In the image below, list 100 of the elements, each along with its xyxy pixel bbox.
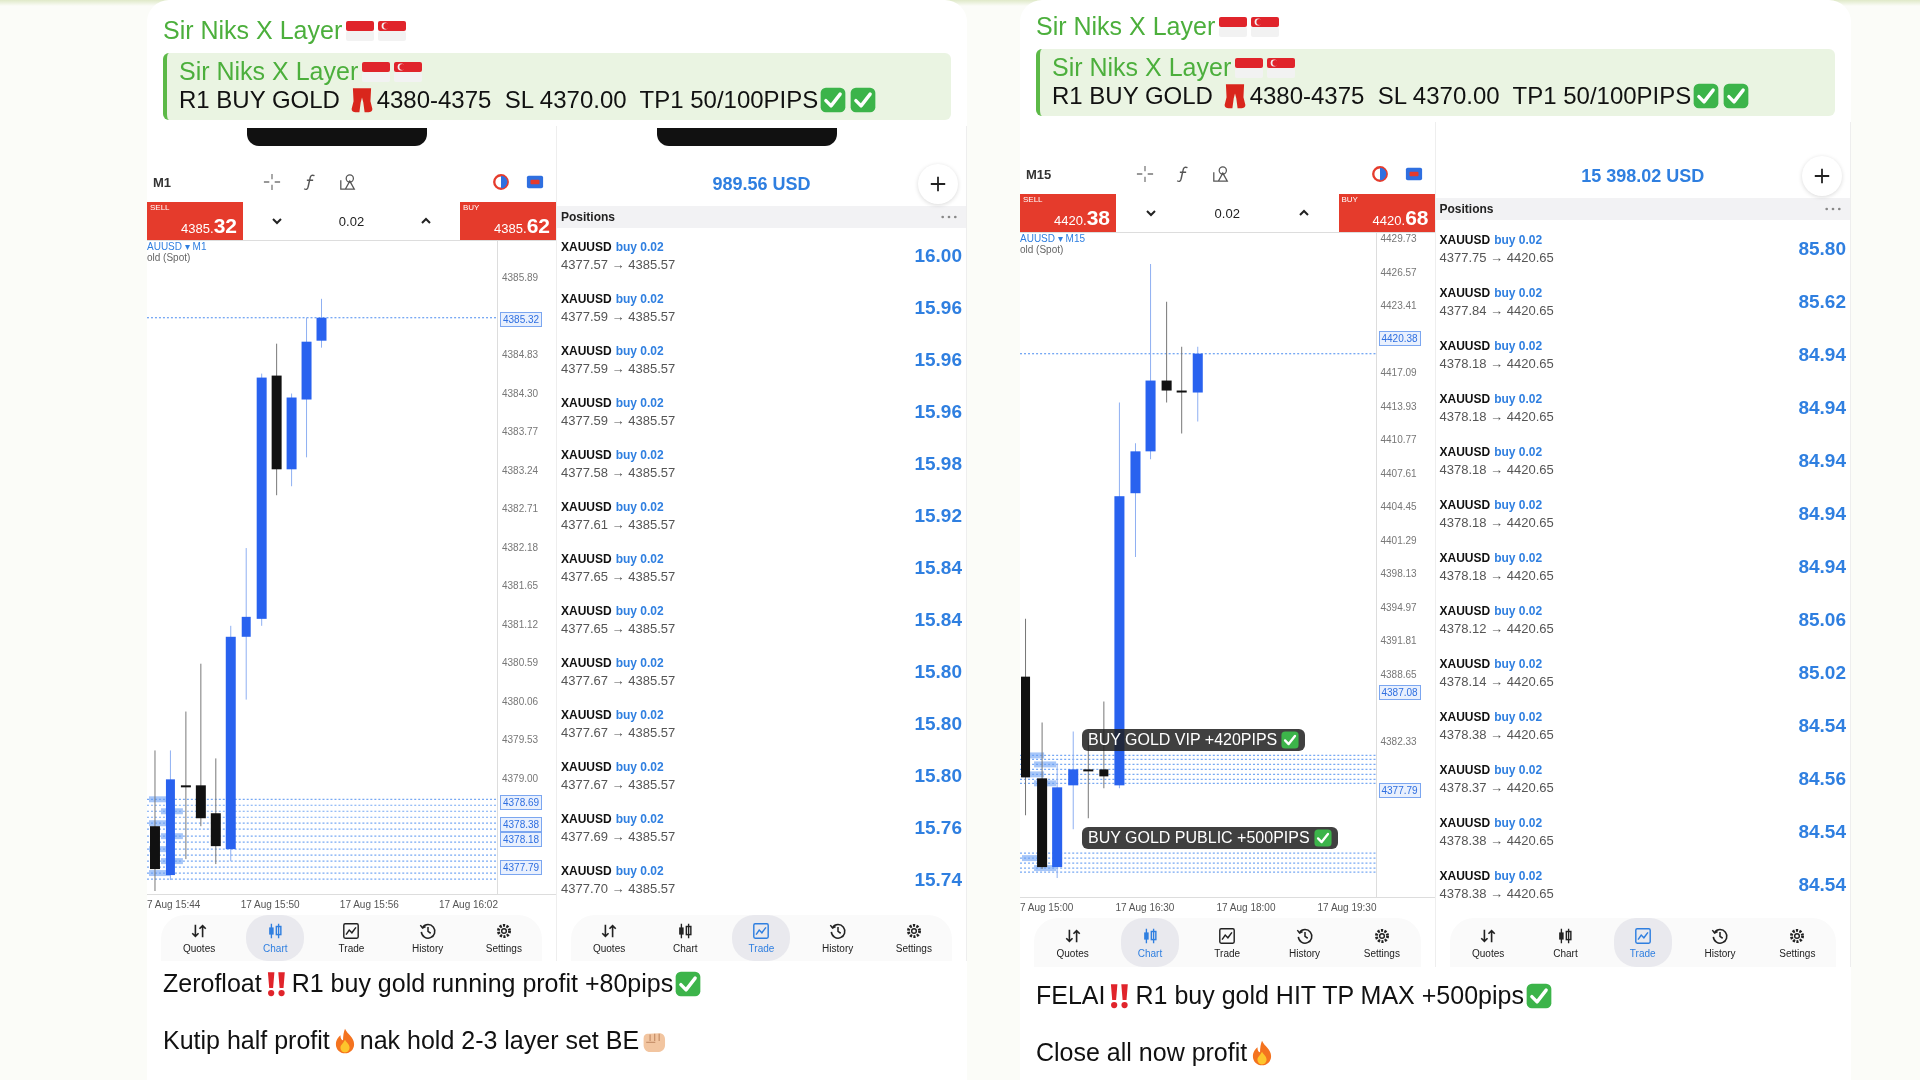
more-icon[interactable] <box>1824 206 1842 212</box>
shapes-icon[interactable] <box>339 173 357 191</box>
flag-icon <box>1267 57 1296 78</box>
position-volume: buy 0.02 <box>615 396 664 410</box>
reply-quote[interactable]: Sir Niks X Layer R1 BUY GOLD 4380-4375 SL 4370.00 TP1 50/100PIPS <box>1036 49 1835 116</box>
axis-label: 17 Aug 16:02 <box>439 898 498 910</box>
position-prices: 4377.58 → 4385.57 <box>561 465 676 480</box>
position-volume: buy 0.02 <box>615 552 664 566</box>
axis-label: 4417.09 <box>1380 366 1417 381</box>
position-profit: 15.96 <box>914 401 962 423</box>
reply-quote[interactable]: Sir Niks X Layer R1 BUY GOLD 4380-4375 SL 4370.00 TP1 50/100PIPS <box>163 53 951 120</box>
nav-tab[interactable]: Chart <box>1536 918 1595 967</box>
buy-button[interactable]: BUY 4385.62 <box>460 202 556 240</box>
axis-label: 4391.81 <box>1380 634 1417 649</box>
symbol-label[interactable]: AUUSD ▾ M1 <box>147 241 207 252</box>
position-prices: 4377.59 → 4385.57 <box>561 309 676 324</box>
position-symbol: XAUUSD <box>561 708 612 722</box>
nav-tab[interactable]: Trade <box>322 915 381 961</box>
position-symbol: XAUUSD <box>1439 444 1491 459</box>
nav-tab[interactable]: Trade <box>1198 918 1257 967</box>
axis-label: 7 Aug 15:00 <box>1020 901 1074 913</box>
nav-tab[interactable]: Quotes <box>170 915 229 961</box>
line-chart-icon <box>1633 926 1652 945</box>
flag-icon <box>1251 16 1280 37</box>
position-prices: 4378.14 → 4420.65 <box>1439 673 1554 689</box>
position-volume: buy 0.02 <box>1494 444 1543 459</box>
nav-tab[interactable]: Quotes <box>580 915 639 961</box>
caret-up-icon[interactable] <box>420 217 433 225</box>
symbol-label[interactable]: AUUSD ▾ M15 <box>1020 233 1085 244</box>
message-text: Kutip half profit <box>163 1026 330 1055</box>
nav-tab[interactable]: Quotes <box>1459 918 1518 967</box>
position-volume: buy 0.02 <box>615 240 664 254</box>
buy-button[interactable]: BUY 4420.68 <box>1338 194 1435 232</box>
position-profit: 85.06 <box>1798 608 1846 631</box>
more-icon[interactable] <box>940 214 958 220</box>
caret-up-icon[interactable] <box>1297 209 1310 217</box>
symbol-description: old (Spot) <box>1020 244 1065 255</box>
circle-icon[interactable] <box>492 173 510 191</box>
section-title: Positions <box>561 210 615 224</box>
position-volume: buy 0.02 <box>1494 762 1543 777</box>
nav-tab[interactable]: Chart <box>1120 918 1179 967</box>
caret-down-icon[interactable] <box>1144 209 1157 217</box>
nav-tab[interactable]: History <box>398 915 457 961</box>
message-text: R1 buy gold HIT TP MAX +500pips <box>1135 981 1524 1010</box>
axis-label: 4379.53 <box>502 733 539 748</box>
nav-tab[interactable]: History <box>808 915 867 961</box>
nav-tab[interactable]: Settings <box>884 915 943 961</box>
position-volume: buy 0.02 <box>615 344 664 358</box>
position-volume: buy 0.02 <box>1494 709 1543 724</box>
quotes-icon <box>190 922 209 940</box>
position-profit: 15.80 <box>914 661 962 683</box>
position-symbol: XAUUSD <box>561 292 612 306</box>
position-symbol: XAUUSD <box>561 864 612 878</box>
position-volume: buy 0.02 <box>1494 868 1543 883</box>
crosshair-icon[interactable] <box>263 173 281 191</box>
nav-tab[interactable]: Settings <box>1352 918 1411 967</box>
position-volume: buy 0.02 <box>1494 603 1543 618</box>
message-text: FELAI <box>1036 981 1106 1010</box>
check-icon <box>1525 982 1552 1009</box>
position-prices: 4377.59 → 4385.57 <box>561 361 676 376</box>
axis-label: 17 Aug 18:00 <box>1216 901 1276 913</box>
axis-label: 4384.83 <box>502 348 539 363</box>
axis-label: 4379.00 <box>502 772 539 786</box>
nav-tab[interactable]: Quotes <box>1043 918 1102 967</box>
lot-field[interactable]: 0.02 <box>1214 205 1240 221</box>
axis-label: 4401.29 <box>1380 533 1417 548</box>
axis-label: 4394.97 <box>1380 600 1417 615</box>
circle-icon[interactable] <box>1370 165 1389 183</box>
message-text: 4380-4375 SL 4370.00 TP1 50/100PIPS <box>1249 82 1692 110</box>
nav-tab[interactable]: History <box>1275 918 1334 967</box>
price-tag: 4420.38 <box>1378 331 1421 347</box>
card-icon[interactable] <box>1404 165 1423 183</box>
position-profit: 15.80 <box>914 713 962 735</box>
position-prices: 4377.75 → 4420.65 <box>1439 249 1554 265</box>
candles-icon <box>266 922 285 940</box>
lot-field[interactable]: 0.02 <box>338 213 365 229</box>
sell-button[interactable]: SELL 4420.38 <box>1020 194 1116 232</box>
nav-tab[interactable]: History <box>1691 918 1750 967</box>
caret-down-icon[interactable] <box>270 217 283 225</box>
card-icon[interactable] <box>526 173 544 191</box>
symbol-description: old (Spot) <box>147 252 192 263</box>
timeframe-label[interactable]: M1 <box>153 174 263 190</box>
sender-name: Sir Niks X Layer <box>163 16 343 45</box>
crosshair-icon[interactable] <box>1136 165 1154 183</box>
shapes-icon[interactable] <box>1212 165 1230 183</box>
position-prices: 4377.65 → 4385.57 <box>561 621 676 636</box>
position-profit: 15.74 <box>914 869 962 891</box>
axis-label: 4380.59 <box>502 656 539 671</box>
check-icon <box>675 970 702 997</box>
nav-tab[interactable]: Settings <box>1768 918 1827 967</box>
position-volume: buy 0.02 <box>615 708 664 722</box>
add-button[interactable] <box>918 164 958 204</box>
position-profit: 84.94 <box>1798 449 1846 472</box>
sell-button[interactable]: SELL 4385.32 <box>147 202 243 240</box>
add-button[interactable] <box>1802 156 1842 196</box>
nav-tab[interactable]: Chart <box>656 915 715 961</box>
axis-label: 4382.71 <box>502 502 539 517</box>
nav-tab[interactable]: Settings <box>474 915 533 961</box>
timeframe-label[interactable]: M15 <box>1026 166 1136 182</box>
position-volume: buy 0.02 <box>615 500 664 514</box>
